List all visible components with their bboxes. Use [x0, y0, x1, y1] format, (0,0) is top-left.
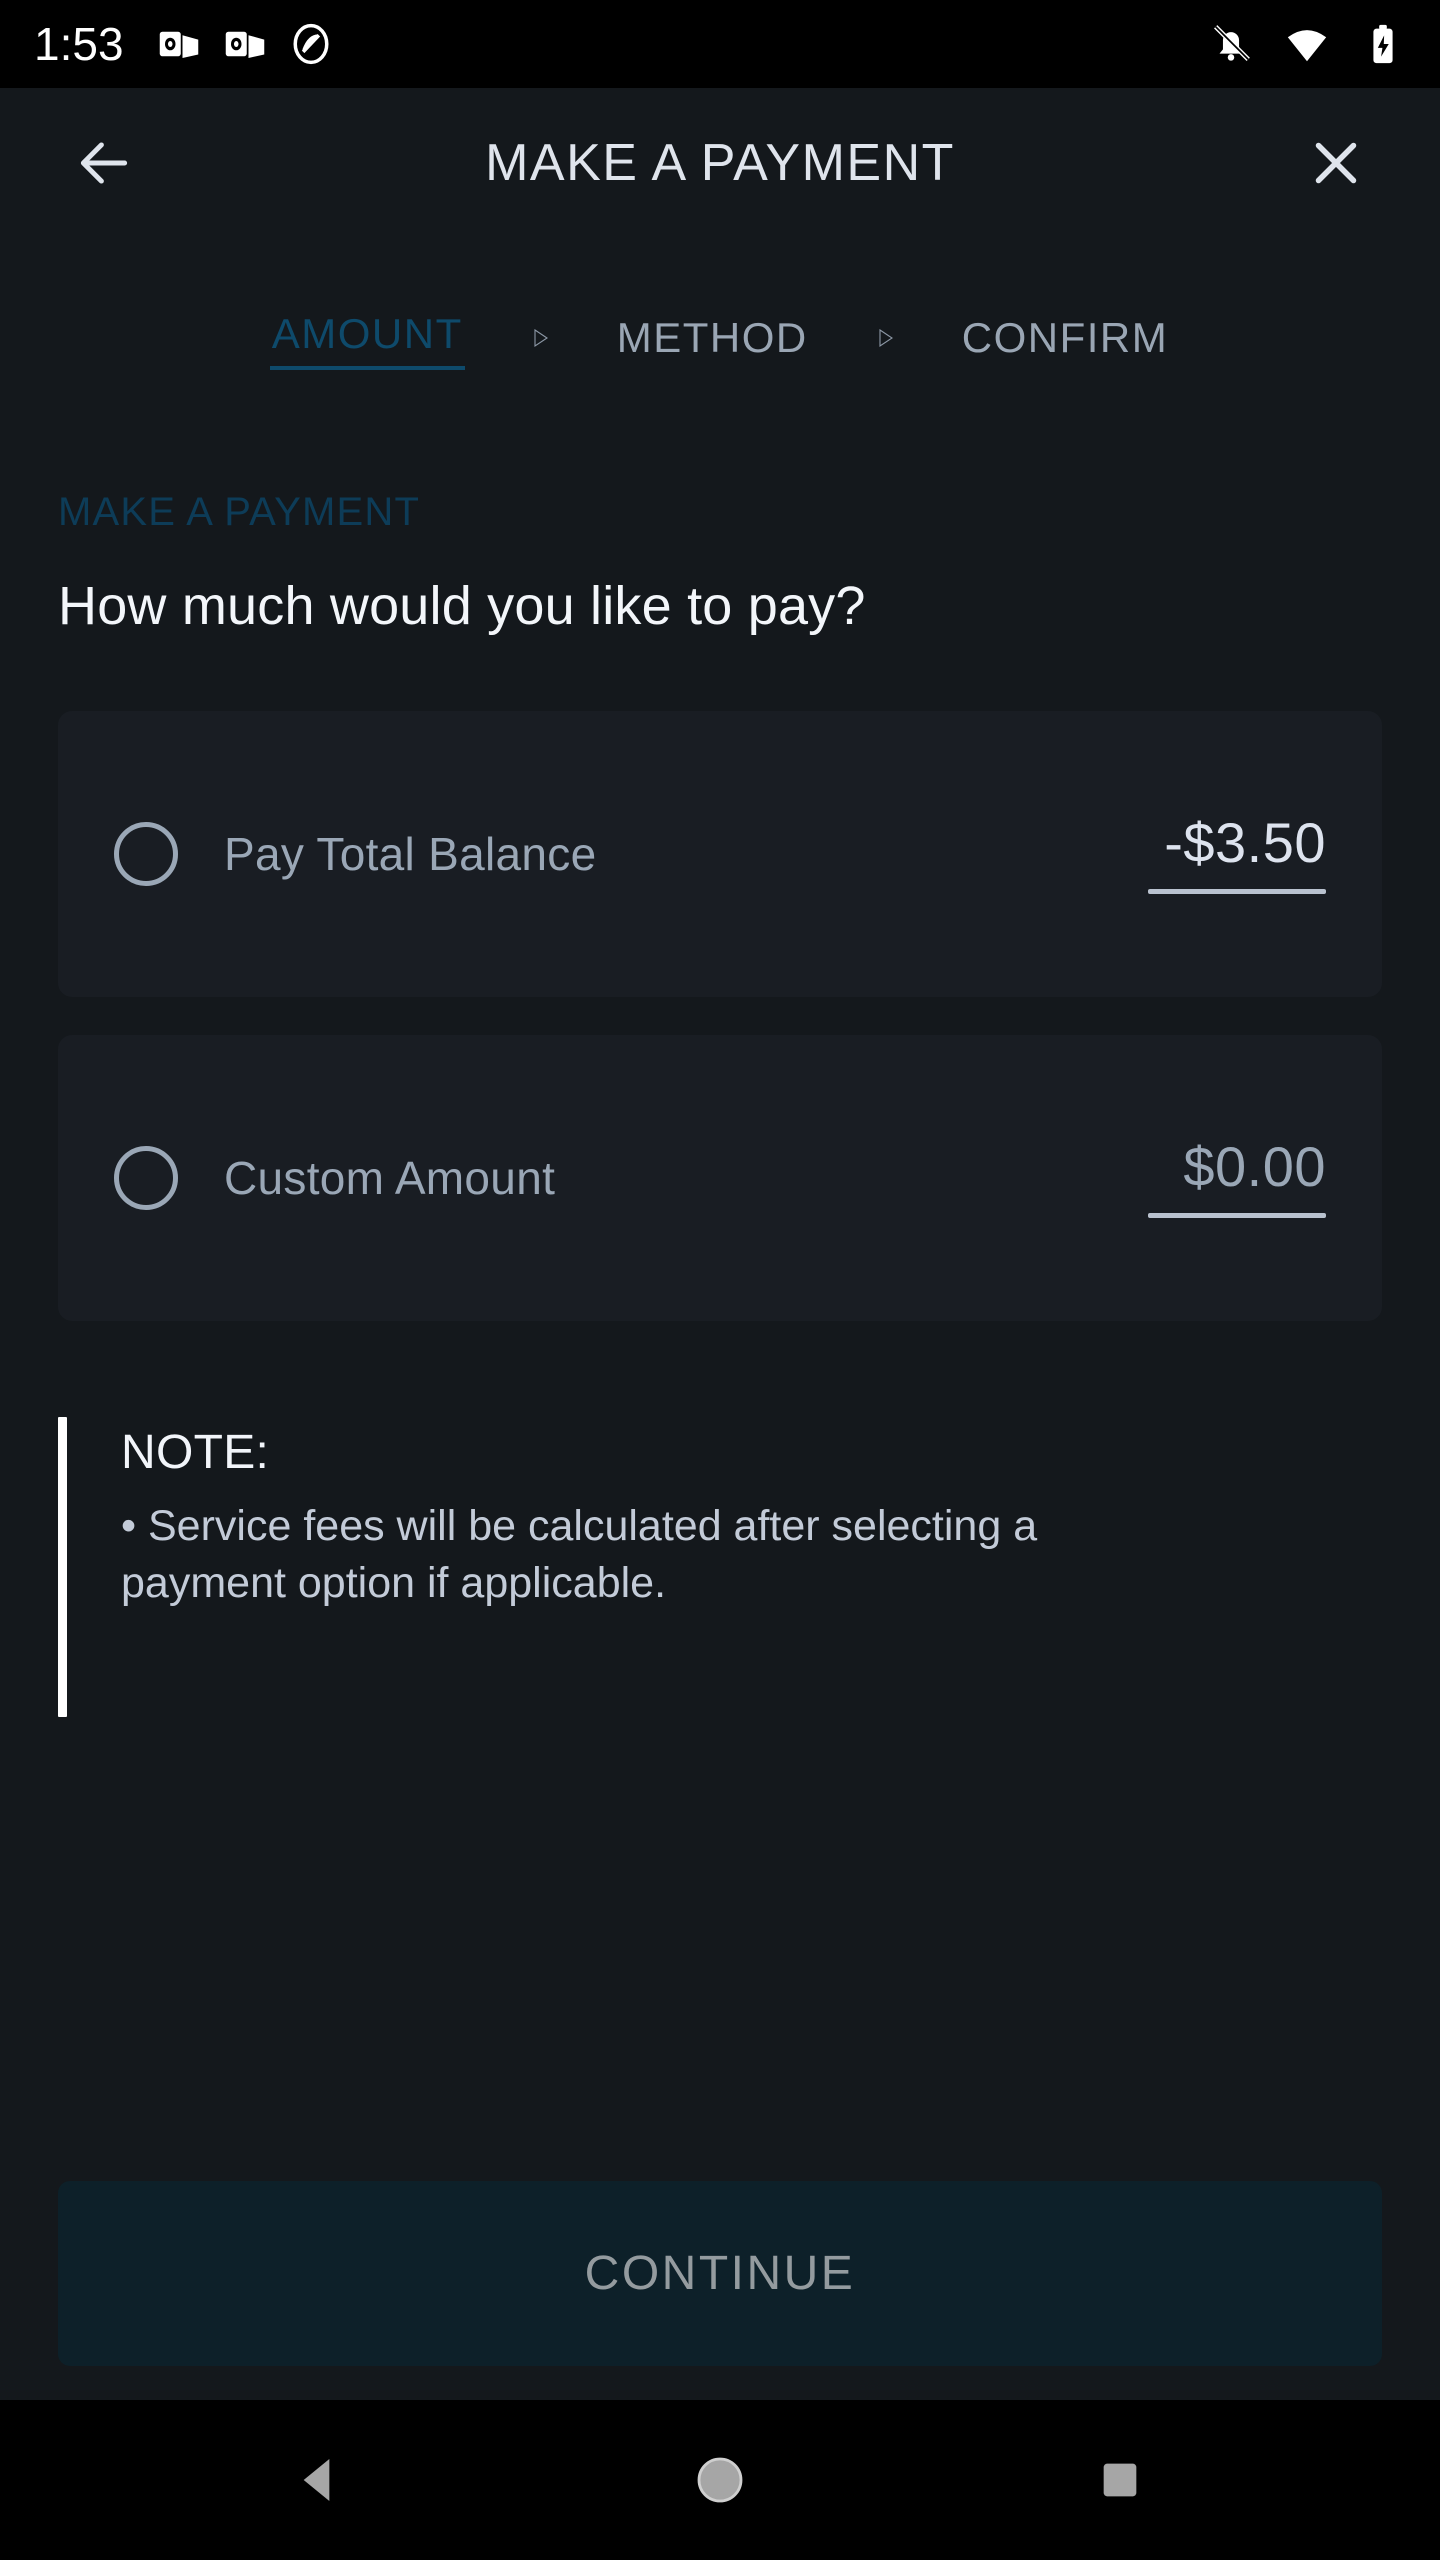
option-label: Custom Amount	[224, 1152, 556, 1204]
step-separator	[810, 324, 960, 352]
triangle-right-icon	[534, 328, 548, 348]
back-arrow-icon	[80, 142, 128, 184]
step-amount[interactable]: AMOUNT	[269, 306, 465, 370]
status-clock: 1:53	[34, 18, 124, 70]
custom-amount-field[interactable]: $0.00	[1148, 1137, 1326, 1218]
outlook-icon	[159, 31, 198, 58]
app-screen: 1:53 MAKE A PAYMENT AMOUNT METHOD CONFIR…	[0, 0, 1440, 2560]
notifications-muted-icon	[1214, 25, 1250, 61]
radio-unselected-icon[interactable]	[114, 1146, 178, 1210]
outlook-icon	[225, 31, 264, 58]
main-content: MAKE A PAYMENT How much would you like t…	[0, 398, 1440, 2400]
android-navigation-bar	[0, 2400, 1440, 2560]
amount-underline	[1148, 888, 1326, 894]
status-system-icons	[1208, 21, 1406, 67]
page-headline: How much would you like to pay?	[58, 576, 866, 636]
continue-button[interactable]: CONTINUE	[58, 2181, 1382, 2366]
note-title: NOTE:	[121, 1426, 270, 1479]
amount-underline	[1148, 1212, 1326, 1218]
note-section: NOTE: • Service fees will be calculated …	[58, 1417, 1382, 1717]
nav-home-circle-icon	[697, 2457, 743, 2503]
payment-step-indicator: AMOUNT METHOD CONFIRM	[0, 238, 1440, 398]
option-label: Pay Total Balance	[224, 828, 597, 880]
amount-value: -$3.50	[1164, 811, 1326, 875]
back-button[interactable]	[58, 117, 150, 209]
nav-back-triangle-icon	[303, 2459, 330, 2501]
note-body: NOTE: • Service fees will be calculated …	[67, 1417, 1201, 1717]
option-custom-amount[interactable]: Custom Amount $0.00	[58, 1035, 1382, 1321]
battery-charging-icon	[1373, 24, 1393, 64]
app-header: MAKE A PAYMENT	[0, 88, 1440, 238]
nav-recents-button[interactable]	[1060, 2420, 1180, 2540]
wifi-icon	[1287, 30, 1327, 62]
close-icon	[1315, 142, 1357, 184]
do-not-disturb-icon	[293, 23, 329, 65]
total-balance-amount: -$3.50	[1148, 811, 1326, 894]
note-accent-bar	[58, 1417, 67, 1717]
triangle-right-icon	[879, 328, 893, 348]
nav-back-button[interactable]	[260, 2420, 380, 2540]
nav-recents-square-icon	[1103, 2463, 1137, 2497]
step-separator	[465, 324, 615, 352]
custom-amount-input[interactable]: $0.00	[1183, 1137, 1326, 1197]
note-text: • Service fees will be calculated after …	[121, 1502, 1038, 1607]
close-button[interactable]	[1290, 117, 1382, 209]
step-method[interactable]: METHOD	[615, 310, 810, 366]
radio-unselected-icon[interactable]	[114, 822, 178, 886]
step-confirm[interactable]: CONFIRM	[960, 310, 1170, 366]
status-bar: 1:53	[0, 0, 1440, 88]
option-pay-total-balance[interactable]: Pay Total Balance -$3.50	[58, 711, 1382, 997]
section-label: MAKE A PAYMENT	[58, 490, 421, 534]
status-notification-icons	[158, 23, 332, 65]
nav-home-button[interactable]	[660, 2420, 780, 2540]
page-title: MAKE A PAYMENT	[485, 134, 955, 192]
